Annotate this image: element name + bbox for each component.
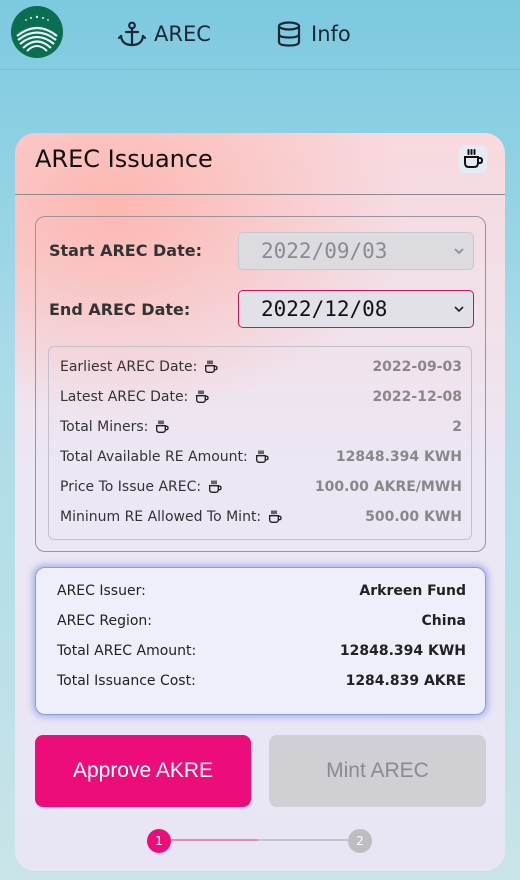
info-value: 500.00 KWH <box>365 509 462 525</box>
database-icon <box>277 21 301 47</box>
issuance-summary-panel: AREC Issuer: Arkreen Fund AREC Region: C… <box>35 567 486 715</box>
mint-arec-button: Mint AREC <box>269 735 486 807</box>
summary-value: 12848.394 KWH <box>339 643 466 659</box>
start-date-label: Start AREC Date: <box>49 241 202 260</box>
nav-info-label: Info <box>311 22 351 46</box>
summary-label: Total AREC Amount: <box>57 643 197 659</box>
nav-info[interactable]: Info <box>275 18 351 50</box>
info-row-re-amount: Total Available RE Amount: 12848.394 KWH <box>60 446 462 468</box>
summary-row-cost: Total Issuance Cost: 1284.839 AKRE <box>57 670 466 692</box>
top-navbar: AREC Info <box>0 0 520 70</box>
approve-akre-button[interactable]: Approve AKRE <box>35 735 251 807</box>
info-label: Mininum RE Allowed To Mint: <box>60 509 262 525</box>
stepper-progress-line <box>158 839 258 841</box>
info-value: 100.00 AKRE/MWH <box>314 479 462 495</box>
info-value: 12848.394 KWH <box>335 449 462 465</box>
nav-arec[interactable]: AREC <box>118 18 211 50</box>
coffee-icon[interactable] <box>203 359 219 375</box>
info-label: Total Miners: <box>60 419 149 435</box>
start-date-value: 2022/09/03 <box>261 239 388 263</box>
title-divider <box>15 194 505 195</box>
summary-value: China <box>421 613 466 629</box>
summary-label: AREC Issuer: <box>57 583 146 599</box>
summary-value: Arkreen Fund <box>359 583 466 599</box>
coffee-icon[interactable] <box>154 419 170 435</box>
info-row-latest: Latest AREC Date: 2022-12-08 <box>60 386 462 408</box>
coffee-icon[interactable] <box>267 509 283 525</box>
logo-icon[interactable] <box>11 6 63 58</box>
coffee-button[interactable] <box>459 145 487 173</box>
info-row-earliest: Earliest AREC Date: 2022-09-03 <box>60 356 462 378</box>
chevron-down-icon <box>454 306 464 313</box>
info-label: Price To Issue AREC: <box>60 479 202 495</box>
coffee-icon[interactable] <box>254 449 270 465</box>
info-row-miners: Total Miners: 2 <box>60 416 462 438</box>
step-2-indicator: 2 <box>348 829 372 853</box>
info-row-price: Price To Issue AREC: 100.00 AKRE/MWH <box>60 476 462 498</box>
end-date-value: 2022/12/08 <box>261 297 388 321</box>
summary-row-region: AREC Region: China <box>57 610 466 632</box>
coffee-icon[interactable] <box>207 479 223 495</box>
date-range-panel: Start AREC Date: 2022/09/03 End AREC Dat… <box>35 216 486 552</box>
info-row-minimum: Mininum RE Allowed To Mint: 500.00 KWH <box>60 506 462 528</box>
stepper-track-line <box>258 839 348 841</box>
summary-value: 1284.839 AKRE <box>345 673 466 689</box>
info-label: Latest AREC Date: <box>60 389 189 405</box>
anchor-icon <box>118 21 146 47</box>
coffee-icon[interactable] <box>194 389 210 405</box>
arec-info-panel: Earliest AREC Date: 2022-09-03 Latest AR… <box>48 346 472 540</box>
summary-label: Total Issuance Cost: <box>57 673 196 689</box>
end-date-select[interactable]: 2022/12/08 <box>238 290 474 328</box>
info-label: Total Available RE Amount: <box>60 449 248 465</box>
info-label: Earliest AREC Date: <box>60 359 198 375</box>
nav-arec-label: AREC <box>154 22 211 46</box>
summary-row-amount: Total AREC Amount: 12848.394 KWH <box>57 640 466 662</box>
arec-issuance-card: AREC Issuance Start AREC Date: 2022/09/0… <box>15 133 505 871</box>
end-date-label: End AREC Date: <box>49 300 191 319</box>
step-1-indicator: 1 <box>147 829 171 853</box>
card-title: AREC Issuance <box>35 145 213 173</box>
start-date-select[interactable]: 2022/09/03 <box>238 232 474 270</box>
chevron-down-icon <box>454 248 464 255</box>
summary-label: AREC Region: <box>57 613 153 629</box>
info-value: 2 <box>452 419 462 435</box>
summary-row-issuer: AREC Issuer: Arkreen Fund <box>57 580 466 602</box>
coffee-icon <box>464 149 484 168</box>
info-value: 2022-12-08 <box>372 389 462 405</box>
info-value: 2022-09-03 <box>372 359 462 375</box>
